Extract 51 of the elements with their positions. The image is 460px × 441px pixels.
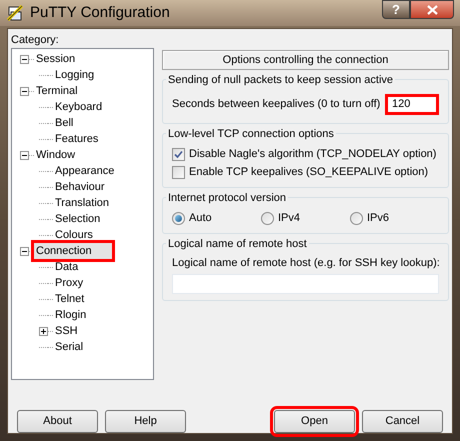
app-icon bbox=[6, 4, 24, 22]
checkbox[interactable] bbox=[172, 166, 185, 178]
panel-title: Options controlling the connection bbox=[162, 50, 449, 70]
tree-item[interactable]: Selection bbox=[53, 211, 102, 227]
checkbox[interactable] bbox=[172, 148, 185, 160]
expand-icon[interactable] bbox=[39, 326, 48, 336]
tree-item[interactable]: Bell bbox=[53, 115, 76, 131]
close-icon bbox=[426, 4, 438, 14]
tree-item[interactable]: Keyboard bbox=[53, 99, 104, 115]
tree-item[interactable]: Terminal bbox=[34, 83, 80, 99]
tree-item[interactable]: Behaviour bbox=[53, 179, 107, 195]
radio-label: IPv6 bbox=[367, 210, 390, 226]
tree-item[interactable]: Session bbox=[34, 51, 78, 67]
close-button[interactable] bbox=[410, 0, 454, 19]
radio-button[interactable] bbox=[350, 212, 363, 224]
group-title: Low-level TCP connection options bbox=[166, 126, 336, 142]
category-label: Category: bbox=[11, 33, 60, 48]
tree-item[interactable]: Translation bbox=[53, 195, 112, 211]
input-field[interactable]: 120 bbox=[385, 94, 439, 114]
radio-label: IPv4 bbox=[278, 210, 300, 226]
collapse-icon[interactable] bbox=[20, 54, 29, 64]
radio-label: Auto bbox=[189, 210, 212, 226]
collapse-icon[interactable] bbox=[20, 150, 29, 160]
tree-item[interactable]: SSH bbox=[53, 323, 80, 339]
field-label: Logical name of remote host (e.g. for SSH key lookup): bbox=[172, 256, 439, 271]
collapse-icon[interactable] bbox=[20, 86, 29, 96]
group-title: Internet protocol version bbox=[166, 190, 288, 206]
group-title: Sending of null packets to keep session active bbox=[166, 72, 396, 88]
input-field[interactable] bbox=[172, 274, 439, 294]
collapse-icon[interactable] bbox=[20, 246, 29, 256]
window-title: PuTTY Configuration bbox=[30, 2, 170, 23]
field-label: Seconds between keepalives (0 to turn off) bbox=[172, 96, 380, 112]
tree-item[interactable]: Window bbox=[34, 147, 78, 163]
tree-item[interactable]: Colours bbox=[53, 227, 95, 243]
tree-item[interactable]: Rlogin bbox=[53, 307, 88, 323]
tree-item[interactable]: Telnet bbox=[53, 291, 86, 307]
tree-item[interactable]: Logging bbox=[53, 67, 96, 83]
tree-item[interactable]: Appearance bbox=[53, 163, 116, 179]
group-title: Logical name of remote host bbox=[166, 236, 309, 252]
tree-item[interactable]: Features bbox=[53, 131, 100, 147]
checkbox-label: Enable TCP keepalives (SO_KEEPALIVE option) bbox=[189, 164, 428, 180]
checkbox-label: Disable Nagle's algorithm (TCP_NODELAY option) bbox=[189, 146, 436, 162]
radio-button[interactable] bbox=[172, 212, 185, 224]
tree-item[interactable]: Connection bbox=[34, 243, 112, 259]
tree-item[interactable]: Data bbox=[53, 259, 80, 275]
tree-item[interactable]: Proxy bbox=[53, 275, 86, 291]
dialog-button[interactable]: About bbox=[17, 410, 98, 433]
tree-item[interactable]: Serial bbox=[53, 339, 86, 355]
dialog-button[interactable]: Cancel bbox=[362, 410, 443, 433]
dialog-button[interactable]: Help bbox=[105, 410, 186, 433]
radio-button[interactable] bbox=[261, 212, 274, 224]
